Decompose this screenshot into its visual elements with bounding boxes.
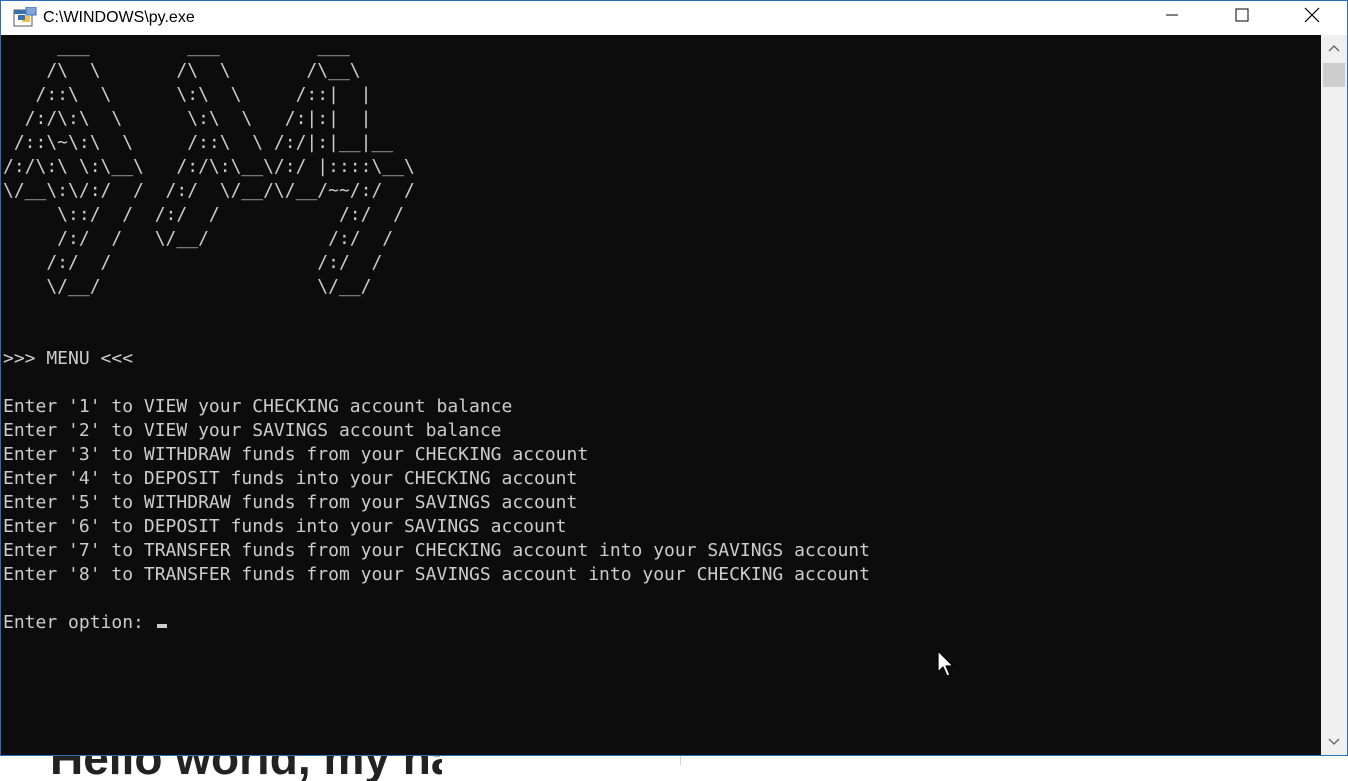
input-line[interactable]: Enter option: [1, 611, 1321, 635]
scroll-down-button[interactable] [1321, 729, 1347, 755]
menu-item-5: Enter '5' to WITHDRAW funds from your SA… [3, 492, 578, 513]
menu-item-2: Enter '2' to VIEW your SAVINGS account b… [3, 420, 502, 441]
menu-header: >>> MENU <<< [3, 348, 134, 369]
close-icon [1304, 7, 1320, 23]
close-button[interactable] [1277, 1, 1347, 29]
background-divider [680, 755, 681, 765]
blank-line [1, 299, 1321, 323]
menu-item-6: Enter '6' to DEPOSIT funds into your SAV… [3, 516, 567, 537]
blank-line [1, 587, 1321, 611]
python-console-icon [13, 7, 37, 29]
scroll-up-button[interactable] [1321, 35, 1347, 61]
console-output[interactable]: ___ ___ ___ /\ \ /\ \ /\__\ /::\ \ \:\ \… [1, 35, 1321, 755]
title-bar[interactable]: C:\WINDOWS\py.exe [1, 1, 1347, 35]
blank-line [1, 371, 1321, 395]
window-title: C:\WINDOWS\py.exe [43, 9, 195, 26]
vertical-scrollbar[interactable] [1321, 35, 1347, 755]
chevron-down-icon [1328, 733, 1340, 751]
minimize-button[interactable] [1137, 1, 1207, 29]
mouse-pointer-icon [937, 650, 957, 678]
blank-line [1, 323, 1321, 347]
python-ascii-art: ___ ___ ___ /\ \ /\ \ /\__\ /::\ \ \:\ \… [3, 36, 415, 297]
minimize-icon [1165, 8, 1179, 22]
menu-item-4: Enter '4' to DEPOSIT funds into your CHE… [3, 468, 578, 489]
text-cursor [156, 624, 167, 628]
menu-item-3: Enter '3' to WITHDRAW funds from your CH… [3, 444, 589, 465]
input-prompt: Enter option: [3, 612, 155, 633]
menu-item-7: Enter '7' to TRANSFER funds from your CH… [3, 540, 870, 561]
window-controls [1137, 1, 1347, 35]
maximize-button[interactable] [1207, 1, 1277, 29]
maximize-icon [1235, 8, 1249, 22]
scroll-thumb[interactable] [1323, 63, 1345, 87]
menu-item-8: Enter '8' to TRANSFER funds from your SA… [3, 564, 870, 585]
chevron-up-icon [1328, 39, 1340, 57]
console-window: C:\WINDOWS\py.exe ___ ___ ___ /\ \ /\ \ … [0, 0, 1348, 756]
menu-item-1: Enter '1' to VIEW your CHECKING account … [3, 396, 513, 417]
